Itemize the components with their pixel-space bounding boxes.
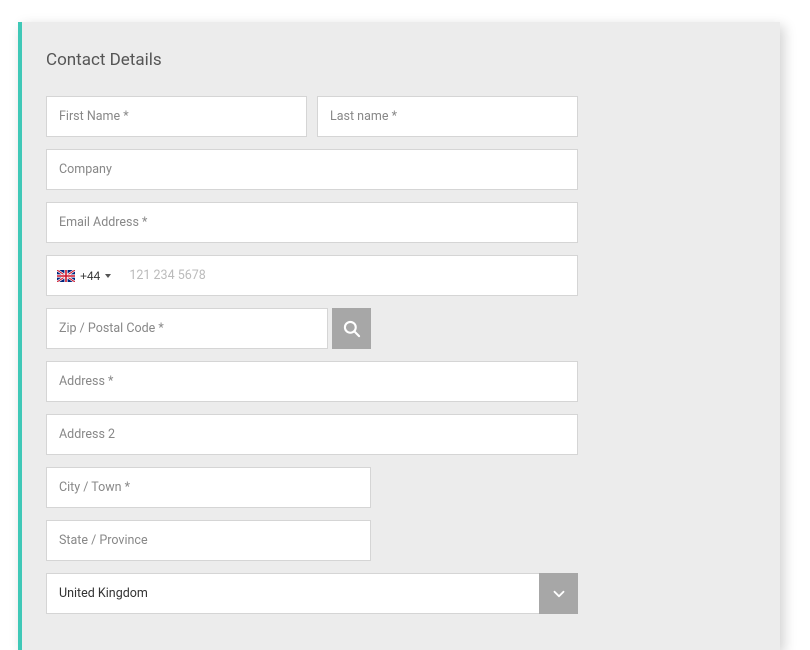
country-row: United Kingdom [46, 573, 578, 614]
zip-row [46, 308, 371, 349]
search-icon [342, 319, 362, 339]
panel-title: Contact Details [46, 50, 756, 70]
zip-search-button[interactable] [332, 308, 371, 349]
contact-details-panel: Contact Details +44 [18, 22, 780, 650]
zip-field[interactable] [46, 308, 328, 349]
company-field[interactable] [46, 149, 578, 190]
phone-country-selector[interactable]: +44 [47, 256, 121, 295]
address1-row [46, 361, 578, 402]
last-name-field[interactable] [317, 96, 578, 137]
country-dropdown-button[interactable] [539, 573, 578, 614]
address1-field[interactable] [46, 361, 578, 402]
phone-row: +44 [46, 255, 578, 296]
country-select[interactable]: United Kingdom [46, 573, 578, 614]
chevron-down-icon [105, 274, 111, 278]
first-name-field[interactable] [46, 96, 307, 137]
address2-row [46, 414, 578, 455]
email-row [46, 202, 578, 243]
company-row [46, 149, 578, 190]
state-row [46, 520, 371, 561]
name-row [46, 96, 578, 137]
uk-flag-icon [57, 270, 75, 282]
city-field[interactable] [46, 467, 371, 508]
country-value: United Kingdom [47, 586, 539, 601]
city-row [46, 467, 371, 508]
phone-box: +44 [46, 255, 578, 296]
state-field[interactable] [46, 520, 371, 561]
phone-number-field[interactable] [121, 256, 577, 295]
chevron-down-icon [550, 585, 568, 603]
phone-country-code: +44 [80, 269, 100, 283]
email-field[interactable] [46, 202, 578, 243]
address2-field[interactable] [46, 414, 578, 455]
